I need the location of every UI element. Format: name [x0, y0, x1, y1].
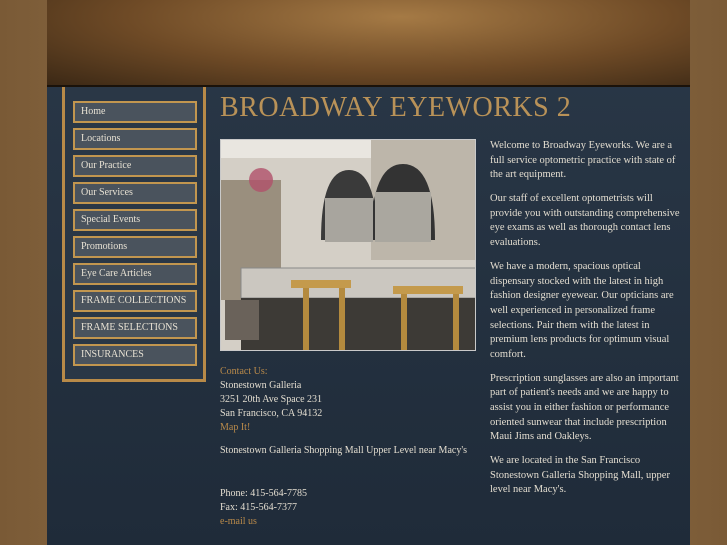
store-interior-photo [220, 139, 476, 351]
nav-item-frame-collections[interactable]: FRAME COLLECTIONS [73, 290, 197, 312]
header-banner [47, 0, 690, 87]
intro-text: Welcome to Broadway Eyeworks. We are a f… [490, 139, 682, 508]
intro-paragraph-5: We are located in the San Francisco Ston… [490, 455, 670, 496]
intro-paragraph-2: Our staff of excellent optometrists will… [490, 193, 680, 249]
contact-fax: Fax: 415-564-7377 [220, 502, 297, 513]
sidebar-nav: Home Locations Our Practice Our Services… [62, 87, 206, 382]
nav-item-special-events[interactable]: Special Events [73, 209, 197, 231]
nav-item-our-services[interactable]: Our Services [73, 182, 197, 204]
nav-item-insurances[interactable]: INSURANCES [73, 344, 197, 366]
contact-address-line2: San Francisco, CA 94132 [220, 408, 323, 419]
nav-item-eye-care-articles[interactable]: Eye Care Articles [73, 263, 197, 285]
contact-block: Contact Us: Stonestown Galleria 3251 20t… [220, 365, 480, 529]
contact-name: Stonestown Galleria [220, 380, 302, 391]
intro-paragraph-3: We have a modern, spacious optical dispe… [490, 261, 674, 360]
contact-heading: Contact Us: [220, 366, 268, 377]
nav-item-frame-selections[interactable]: FRAME SELECTIONS [73, 317, 197, 339]
nav-item-locations[interactable]: Locations [73, 128, 197, 150]
nav-item-our-practice[interactable]: Our Practice [73, 155, 197, 177]
contact-phone: Phone: 415-564-7785 [220, 488, 307, 499]
page-container: Home Locations Our Practice Our Services… [47, 0, 690, 545]
contact-location-note: Stonestown Galleria Shopping Mall Upper … [220, 445, 468, 456]
email-link[interactable]: e-mail us [220, 515, 480, 529]
intro-paragraph-1: Welcome to Broadway Eyeworks. We are a f… [490, 140, 676, 181]
store-interior-illustration [221, 140, 475, 350]
contact-address-line1: 3251 20th Ave Space 231 [220, 394, 323, 405]
intro-paragraph-4: Prescription sunglasses are also an impo… [490, 372, 679, 443]
map-it-link[interactable]: Map It! [220, 421, 480, 435]
nav-item-promotions[interactable]: Promotions [73, 236, 197, 258]
site-title: BROADWAY EYEWORKS 2 [220, 92, 572, 123]
nav-item-home[interactable]: Home [73, 101, 197, 123]
